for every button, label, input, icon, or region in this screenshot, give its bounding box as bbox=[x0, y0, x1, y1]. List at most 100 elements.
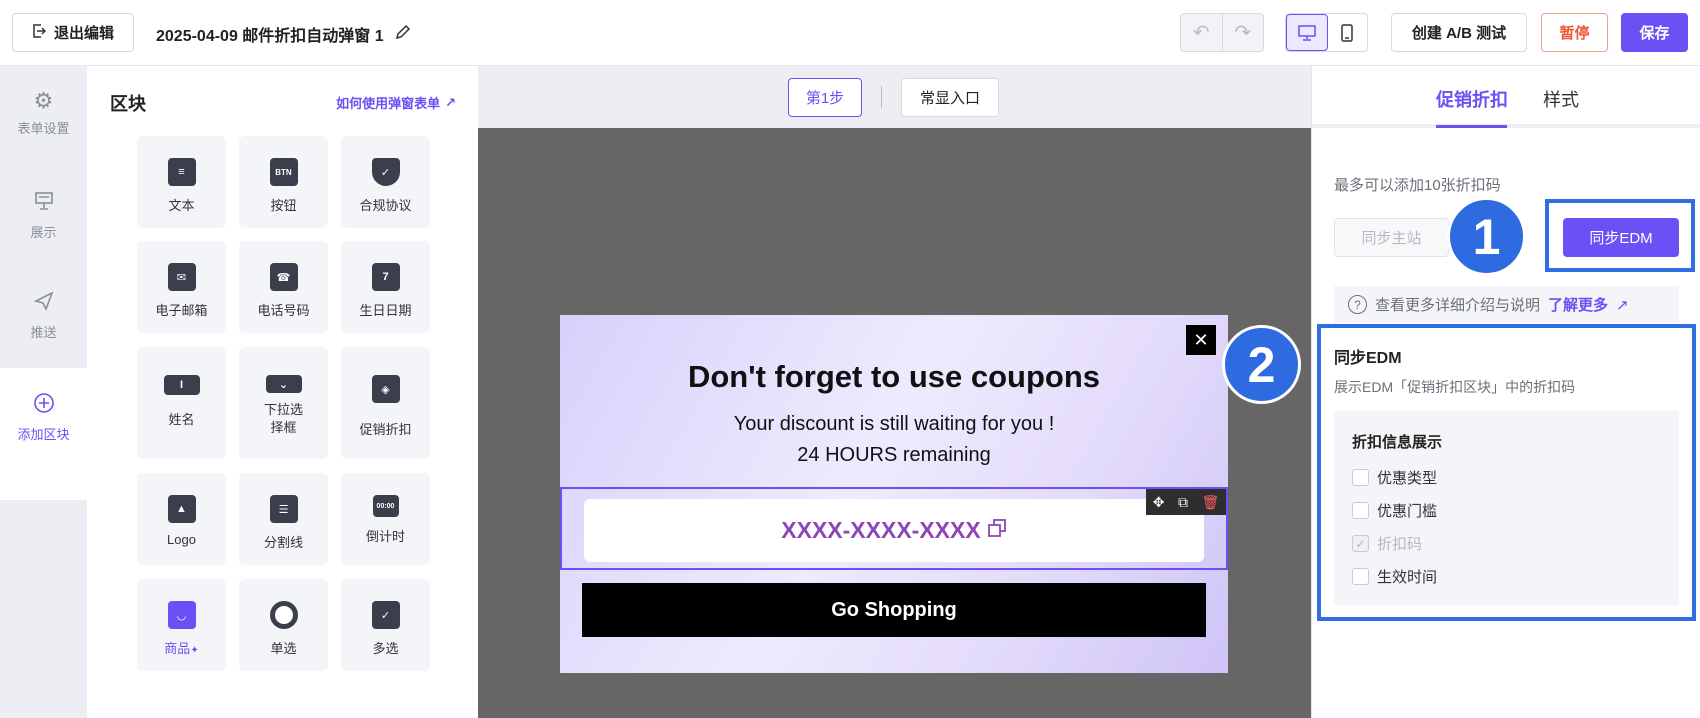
popup-remaining[interactable]: 24 HOURS remaining bbox=[560, 444, 1228, 467]
block-tile-product[interactable]: ◡ 商品✦ bbox=[137, 579, 226, 671]
tab-discount[interactable]: 促销折扣 bbox=[1436, 86, 1508, 112]
tile-label: Logo bbox=[167, 532, 196, 547]
option-threshold[interactable]: 优惠门槛 bbox=[1352, 500, 1437, 521]
button-icon: BTN bbox=[269, 158, 298, 186]
tile-label: 电子邮箱 bbox=[155, 303, 208, 318]
blocks-help-link[interactable]: 如何使用弹窗表单 ↗ bbox=[336, 93, 456, 112]
rail-item-add-block[interactable]: 添加区块 bbox=[0, 392, 87, 443]
radio-icon bbox=[269, 601, 298, 629]
learn-more-link[interactable]: 了解更多 bbox=[1548, 294, 1608, 315]
block-tile-email[interactable]: ✉ 电子邮箱 bbox=[137, 241, 226, 333]
sparkle-icon: ✦ bbox=[190, 645, 199, 656]
right-tabs: 促销折扣 样式 bbox=[1312, 66, 1700, 128]
help-link-text: 如何使用弹窗表单 bbox=[336, 96, 441, 111]
bag-icon: ◡ bbox=[167, 601, 196, 629]
rail-item-send[interactable]: 推送 bbox=[0, 290, 87, 341]
dropdown-icon: ⌄ bbox=[265, 375, 302, 393]
block-tile-discount[interactable]: ◈ 促销折扣 bbox=[341, 347, 430, 459]
step-1-button[interactable]: 第1步 bbox=[788, 78, 862, 117]
step-separator bbox=[881, 86, 882, 108]
block-tile-countdown[interactable]: 00:00 倒计时 bbox=[341, 473, 430, 565]
undo-icon[interactable]: ↶ bbox=[1181, 14, 1222, 51]
duplicate-icon[interactable]: ⧉ bbox=[1178, 494, 1188, 511]
delete-icon[interactable]: 🗑 bbox=[1201, 494, 1219, 511]
tile-label: 生日日期 bbox=[359, 303, 412, 318]
option-label: 生效时间 bbox=[1377, 569, 1438, 586]
tile-label: 合规协议 bbox=[359, 198, 412, 213]
edit-pencil-icon[interactable] bbox=[394, 23, 412, 46]
external-link-icon: ↗ bbox=[1616, 296, 1629, 314]
create-ab-test-button[interactable]: 创建 A/B 测试 bbox=[1391, 13, 1527, 52]
block-tile-text[interactable]: ≡ 文本 bbox=[137, 136, 226, 228]
document-title-text: 2025-04-09 邮件折扣自动弹窗 1 bbox=[156, 28, 384, 45]
discount-limit-hint: 最多可以添加10张折扣码 bbox=[1334, 177, 1501, 194]
coupon-block-selected[interactable]: XXXX-XXXX-XXXX ✥ ⧉ 🗑 bbox=[560, 487, 1228, 570]
popup-heading[interactable]: Don't forget to use coupons bbox=[560, 359, 1228, 395]
block-toolbar: ✥ ⧉ 🗑 bbox=[1146, 489, 1226, 515]
coupon-code: XXXX-XXXX-XXXX bbox=[781, 517, 981, 543]
phone-icon: ☎ bbox=[269, 263, 298, 291]
image-icon: ▲ bbox=[167, 495, 196, 523]
blocks-title: 区块 bbox=[110, 94, 146, 114]
pause-button[interactable]: 暂停 bbox=[1541, 13, 1608, 52]
desktop-view-button[interactable] bbox=[1286, 14, 1328, 51]
option-label: 优惠门槛 bbox=[1377, 503, 1438, 520]
coupon-card[interactable]: XXXX-XXXX-XXXX bbox=[584, 499, 1204, 562]
checkbox[interactable] bbox=[1352, 469, 1369, 486]
block-tile-checkbox[interactable]: ✓ 多选 bbox=[341, 579, 430, 671]
blocks-panel: 区块 如何使用弹窗表单 ↗ ≡ 文本 BTN 按钮 ✓ 合规协议 ✉ 电子邮箱 … bbox=[87, 66, 478, 718]
move-icon[interactable]: ✥ bbox=[1153, 494, 1165, 511]
option-discount-type[interactable]: 优惠类型 bbox=[1352, 467, 1437, 488]
more-info-row: ? 查看更多详细介绍与说明 了解更多 ↗ bbox=[1334, 286, 1679, 323]
tile-label: 姓名 bbox=[168, 412, 195, 427]
option-valid-time[interactable]: 生效时间 bbox=[1352, 566, 1437, 587]
active-tab-underline bbox=[1436, 125, 1507, 128]
go-shopping-button[interactable]: Go Shopping bbox=[582, 583, 1206, 637]
highlight-box-1 bbox=[1545, 199, 1695, 272]
tile-label: 倒计时 bbox=[365, 529, 405, 544]
tile-label: 商品 bbox=[164, 641, 191, 656]
tile-label: 按钮 bbox=[270, 198, 297, 213]
block-tile-phone[interactable]: ☎ 电话号码 bbox=[239, 241, 328, 333]
block-tile-radio[interactable]: 单选 bbox=[239, 579, 328, 671]
checkbox[interactable] bbox=[1352, 568, 1369, 585]
redo-icon[interactable]: ↷ bbox=[1221, 14, 1264, 51]
checkbox[interactable] bbox=[1352, 502, 1369, 519]
shield-icon: ✓ bbox=[371, 158, 400, 186]
block-tile-dropdown[interactable]: ⌄ 下拉选择框 bbox=[239, 347, 328, 459]
name-field-icon: I bbox=[163, 375, 200, 395]
copy-icon[interactable] bbox=[987, 517, 1007, 544]
tile-label: 电话号码 bbox=[257, 303, 310, 318]
block-tile-button[interactable]: BTN 按钮 bbox=[239, 136, 328, 228]
tab-style[interactable]: 样式 bbox=[1543, 86, 1579, 112]
block-tile-birthday[interactable]: 7 生日日期 bbox=[341, 241, 430, 333]
exit-edit-button[interactable]: 退出编辑 bbox=[12, 13, 134, 52]
block-tile-name[interactable]: I 姓名 bbox=[137, 347, 226, 459]
option-label: 折扣码 bbox=[1377, 536, 1423, 553]
step-badge-1: 1 bbox=[1447, 197, 1526, 276]
exit-icon bbox=[32, 23, 47, 42]
rail-item-display[interactable]: 展示 bbox=[0, 190, 87, 241]
top-bar: 退出编辑 2025-04-09 邮件折扣自动弹窗 1 ↶ ↷ 创建 A/B 测试… bbox=[0, 0, 1700, 66]
discount-display-options: 折扣信息展示 优惠类型 优惠门槛 ✓ 折扣码 生效时间 bbox=[1334, 411, 1679, 605]
send-icon bbox=[0, 290, 87, 316]
close-icon[interactable]: ✕ bbox=[1186, 325, 1216, 355]
tile-label: 文本 bbox=[168, 198, 195, 213]
calendar-icon: 7 bbox=[371, 263, 400, 291]
block-tile-compliance[interactable]: ✓ 合规协议 bbox=[341, 136, 430, 228]
tile-label: 多选 bbox=[372, 641, 399, 656]
rail-item-form-settings[interactable]: ⚙ 表单设置 bbox=[0, 90, 87, 137]
countdown-icon: 00:00 bbox=[372, 495, 399, 517]
sync-main-site-button[interactable]: 同步主站 bbox=[1334, 218, 1449, 257]
mobile-view-button[interactable] bbox=[1328, 14, 1368, 51]
help-icon: ? bbox=[1348, 295, 1367, 314]
plus-circle-icon bbox=[0, 392, 87, 418]
popup-preview[interactable]: ✕ Don't forget to use coupons Your disco… bbox=[560, 315, 1228, 673]
sync-edm-section-title: 同步EDM bbox=[1334, 350, 1402, 367]
save-button[interactable]: 保存 bbox=[1621, 13, 1688, 52]
block-tile-logo[interactable]: ▲ Logo bbox=[137, 473, 226, 565]
persistent-entry-button[interactable]: 常显入口 bbox=[901, 78, 999, 117]
option-discount-code: ✓ 折扣码 bbox=[1352, 533, 1422, 554]
block-tile-divider[interactable]: ☰ 分割线 bbox=[239, 473, 328, 565]
popup-subtitle[interactable]: Your discount is still waiting for you ! bbox=[560, 413, 1228, 436]
